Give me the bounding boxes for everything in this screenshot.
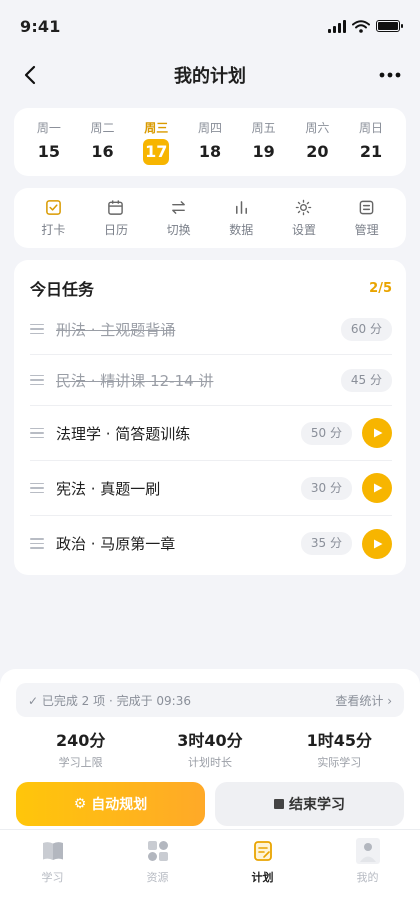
day-fri[interactable]: 周五 19 bbox=[241, 120, 287, 165]
task-item[interactable]: 宪法 · 真题一刷 30 分 bbox=[30, 461, 392, 516]
drag-handle-icon[interactable] bbox=[30, 482, 44, 494]
task-duration: 50 分 bbox=[300, 421, 352, 445]
task-item[interactable]: 刑法 · 主观题背诵 60 分 bbox=[30, 304, 392, 355]
task-name: 宪法 · 真题一刷 bbox=[56, 479, 161, 498]
completion-text: ✓ 已完成 2 项 · 完成于 09:36 bbox=[28, 693, 191, 708]
task-duration: 60 分 bbox=[340, 317, 392, 341]
tool-swap[interactable]: 切换 bbox=[154, 199, 204, 238]
completion-summary: ✓ 已完成 2 项 · 完成于 09:36 查看统计 › bbox=[16, 683, 404, 717]
play-icon bbox=[374, 428, 383, 438]
task-duration: 45 分 bbox=[340, 368, 392, 392]
tool-settings[interactable]: 设置 bbox=[279, 199, 329, 238]
tool-data[interactable]: 数据 bbox=[216, 199, 266, 238]
task-list-title: 今日任务 bbox=[30, 280, 95, 299]
bar-chart-icon bbox=[235, 200, 247, 214]
stat-actual-study: 1时45分 实际学习 bbox=[306, 731, 373, 769]
tab-bar: 学习 资源 计划 我的 bbox=[0, 829, 420, 909]
play-icon bbox=[374, 483, 383, 493]
end-study-label: 结束学习 bbox=[289, 797, 345, 813]
auto-plan-label: 自动规划 bbox=[91, 797, 148, 813]
task-item[interactable]: 法理学 · 简答题训练 50 分 bbox=[30, 406, 392, 461]
day-sun[interactable]: 周日 21 bbox=[348, 120, 394, 165]
stat-planned-time: 3时40分 计划时长 bbox=[177, 731, 243, 769]
drag-handle-icon[interactable] bbox=[30, 427, 44, 439]
tab-plan[interactable]: 计划 bbox=[228, 838, 298, 909]
task-name: 民法 · 精讲课 12-14 讲 bbox=[56, 371, 214, 390]
gear-icon: ⚙ bbox=[73, 796, 87, 812]
week-selector: 周一 15 周二 16 周三 17 周四 18 周五 19 周六 20 周日 21 bbox=[14, 108, 406, 176]
status-time: 9:41 bbox=[20, 16, 61, 36]
settings-sun-icon bbox=[296, 199, 312, 215]
task-name: 政治 · 马原第一章 bbox=[56, 535, 176, 553]
manage-icon bbox=[359, 200, 374, 214]
chevron-left-icon bbox=[24, 65, 36, 85]
profile-icon bbox=[355, 838, 381, 864]
wifi-icon bbox=[352, 19, 370, 33]
checkin-icon bbox=[45, 199, 61, 215]
nav-bar: 我的计划 bbox=[0, 52, 420, 98]
page-title: 我的计划 bbox=[174, 66, 246, 87]
task-name: 刑法 · 主观题背诵 bbox=[56, 320, 176, 339]
start-task-button[interactable] bbox=[362, 473, 392, 503]
start-task-button[interactable] bbox=[362, 418, 392, 448]
calendar-icon bbox=[108, 199, 124, 215]
auto-plan-button[interactable]: ⚙ 自动规划 bbox=[16, 782, 205, 826]
action-buttons: ⚙ 自动规划 结束学习 bbox=[16, 782, 404, 826]
task-duration: 30 分 bbox=[300, 476, 352, 500]
tab-study[interactable]: 学习 bbox=[18, 838, 88, 909]
plan-icon bbox=[250, 838, 276, 864]
stop-icon bbox=[274, 799, 284, 809]
start-task-button[interactable] bbox=[362, 528, 392, 559]
book-icon bbox=[40, 838, 66, 864]
play-icon bbox=[374, 539, 383, 548]
task-name: 法理学 · 简答题训练 bbox=[56, 424, 191, 443]
task-progress-count: 2/5 bbox=[369, 280, 392, 296]
tool-manage[interactable]: 管理 bbox=[342, 199, 392, 238]
view-stats-link[interactable]: 查看统计 › bbox=[335, 692, 392, 709]
status-icons bbox=[328, 19, 403, 33]
tab-profile[interactable]: 我的 bbox=[333, 838, 403, 909]
stats-row: 240分 学习上限 3时40分 计划时长 1时45分 实际学习 bbox=[16, 727, 404, 770]
back-button[interactable] bbox=[14, 59, 46, 91]
task-list-header: 今日任务 2/5 bbox=[30, 276, 392, 300]
task-item[interactable]: 政治 · 马原第一章 35 分 bbox=[30, 516, 392, 571]
more-button[interactable] bbox=[374, 59, 406, 91]
tool-calendar[interactable]: 日历 bbox=[91, 199, 141, 238]
drag-handle-icon[interactable] bbox=[30, 323, 44, 335]
study-summary-panel: ✓ 已完成 2 项 · 完成于 09:36 查看统计 › 240分 学习上限 3时… bbox=[0, 669, 420, 829]
tool-checkin[interactable]: 打卡 bbox=[28, 199, 78, 238]
battery-icon bbox=[376, 20, 403, 32]
status-bar: 9:41 bbox=[0, 0, 420, 52]
day-wed-selected[interactable]: 周三 17 bbox=[133, 120, 179, 165]
task-item[interactable]: 民法 · 精讲课 12-14 讲 45 分 bbox=[30, 355, 392, 406]
tab-resources[interactable]: 资源 bbox=[123, 838, 193, 909]
day-sat[interactable]: 周六 20 bbox=[294, 120, 340, 165]
task-duration: 35 分 bbox=[300, 532, 352, 555]
swap-icon bbox=[172, 200, 186, 214]
more-dots-icon bbox=[379, 72, 401, 78]
day-thu[interactable]: 周四 18 bbox=[187, 120, 233, 165]
drag-handle-icon[interactable] bbox=[30, 538, 44, 549]
task-list-card: 今日任务 2/5 刑法 · 主观题背诵 60 分 民法 · 精讲课 12-14 … bbox=[14, 260, 406, 575]
signal-icon bbox=[328, 19, 346, 33]
day-mon[interactable]: 周一 15 bbox=[26, 120, 72, 165]
drag-handle-icon[interactable] bbox=[30, 374, 44, 386]
tool-bar: 打卡 日历 切换 数据 设置 管理 bbox=[14, 188, 406, 248]
stat-study-limit: 240分 学习上限 bbox=[55, 731, 106, 769]
end-study-button[interactable]: 结束学习 bbox=[215, 782, 404, 826]
grid-icon bbox=[145, 838, 171, 864]
day-tue[interactable]: 周二 16 bbox=[80, 120, 126, 165]
